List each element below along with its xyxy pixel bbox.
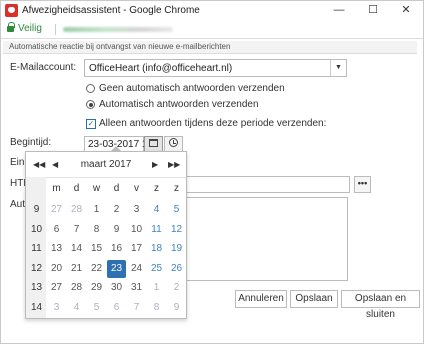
calendar-day[interactable]: 28 (67, 279, 86, 297)
calendar-month-title[interactable]: maart 2017 (26, 159, 186, 170)
close-button[interactable]: ✕ (389, 1, 423, 20)
week-number: 9 (33, 204, 40, 215)
weekday-header: d (113, 183, 120, 194)
calendar-day[interactable]: 4 (147, 201, 166, 219)
calendar-day[interactable]: 10 (127, 221, 146, 239)
time-button[interactable] (164, 136, 183, 152)
lock-icon (7, 22, 15, 32)
calendar-day[interactable]: 21 (67, 260, 86, 278)
radio-auto-reply-label: Automatisch antwoorden verzenden (99, 99, 259, 110)
calendar-day[interactable]: 18 (147, 240, 166, 258)
blurred-url[interactable] (63, 27, 173, 32)
calendar-day[interactable]: 9 (167, 299, 186, 317)
calendar-day[interactable]: 1 (147, 279, 166, 297)
secure-label: Veilig (18, 23, 42, 34)
calendar-day[interactable]: 2 (167, 279, 186, 297)
calendar-day[interactable]: 7 (127, 299, 146, 317)
calendar-day[interactable]: 2 (107, 201, 126, 219)
week-number: 14 (30, 301, 43, 313)
calendar-divider (26, 177, 186, 178)
save-button[interactable]: Opslaan (290, 290, 338, 308)
calendar-day[interactable]: 16 (107, 240, 126, 258)
title-bar: Afwezigheidsassistent - Google Chrome — … (1, 1, 423, 20)
week-number: 11 (31, 243, 42, 254)
period-checkbox[interactable]: ✓ (86, 119, 96, 129)
calendar-day[interactable]: 26 (167, 260, 186, 278)
calendar-day[interactable]: 6 (107, 299, 126, 317)
calendar-day[interactable]: 7 (67, 221, 86, 239)
calendar-day[interactable]: 8 (87, 221, 106, 239)
chevron-down-icon: ▼ (330, 60, 346, 76)
date-picker: ◀◀ ◀ maart 2017 ▶ ▶▶ m d w d v z z 9 27 28 1 2 3 4 5 10… (25, 151, 187, 319)
calendar-day[interactable]: 27 (47, 201, 66, 219)
browser-window: Afwezigheidsassistent - Google Chrome — … (0, 0, 424, 344)
calendar-day[interactable]: 15 (87, 240, 106, 258)
week-number: 10 (30, 223, 43, 235)
maximize-button[interactable]: ☐ (356, 1, 390, 20)
calendar-day[interactable]: 27 (47, 279, 66, 297)
clock-icon (169, 138, 178, 148)
calendar-day[interactable]: 20 (47, 260, 66, 278)
radio-no-auto-reply[interactable] (86, 84, 95, 93)
calendar-day[interactable]: 5 (167, 201, 186, 219)
week-number: 13 (30, 282, 43, 293)
calendar-day[interactable]: 30 (107, 279, 126, 297)
calendar-day-selected[interactable]: 23 (107, 259, 126, 278)
calendar-day[interactable]: 1 (87, 201, 106, 219)
account-select[interactable]: OfficeHeart (info@officeheart.nl) ▼ (84, 59, 347, 77)
calendar-day[interactable]: 8 (147, 299, 166, 317)
weekday-header: m (52, 183, 61, 194)
radio-no-auto-reply-label: Geen automatisch antwoorden verzenden (99, 83, 285, 94)
period-checkbox-label: Alleen antwoorden tijdens deze periode v… (99, 118, 327, 129)
calendar-day[interactable]: 25 (147, 260, 166, 278)
calendar-day[interactable]: 19 (167, 240, 186, 258)
calendar-day[interactable]: 24 (127, 260, 146, 278)
next-year-button[interactable]: ▶▶ (168, 160, 180, 169)
calendar-day[interactable]: 4 (67, 299, 86, 317)
cancel-button[interactable]: Annuleren (235, 290, 287, 308)
form-header: Automatische reactie bij ontvangst van n… (3, 41, 417, 54)
calendar-day[interactable]: 3 (127, 201, 146, 219)
calendar-day[interactable]: 31 (127, 279, 146, 297)
form-header-text: Automatische reactie bij ontvangst van n… (9, 42, 231, 51)
weekday-header: d (73, 183, 80, 194)
window-title: Afwezigheidsassistent - Google Chrome (22, 5, 200, 16)
weekday-header: z (174, 183, 179, 194)
calendar-day[interactable]: 12 (167, 221, 186, 239)
calendar-day[interactable]: 11 (147, 221, 166, 239)
calendar-day[interactable]: 29 (87, 279, 106, 297)
save-close-button[interactable]: Opslaan en sluiten (341, 290, 420, 320)
radio-auto-reply[interactable] (86, 100, 95, 109)
weekday-header: w (92, 183, 101, 194)
next-month-button[interactable]: ▶ (152, 160, 158, 169)
calendar-day[interactable]: 6 (47, 221, 66, 239)
address-bar[interactable]: Veilig (1, 20, 423, 39)
weekday-header: v (134, 183, 139, 194)
start-time-label: Begintijd: (10, 137, 52, 148)
calendar-day[interactable]: 13 (47, 240, 66, 258)
calendar-button[interactable] (144, 136, 163, 152)
week-number: 12 (30, 262, 43, 274)
calendar-day[interactable]: 5 (87, 299, 106, 317)
account-label: E-Mailaccount: (10, 62, 77, 73)
account-select-value: OfficeHeart (info@officeheart.nl) (89, 63, 233, 74)
minimize-button[interactable]: — (322, 1, 356, 20)
calendar-icon (149, 138, 158, 147)
calendar-day[interactable]: 17 (127, 240, 146, 258)
more-options-button[interactable]: ••• (354, 176, 371, 193)
address-separator (55, 24, 56, 35)
calendar-day[interactable]: 9 (107, 221, 126, 239)
calendar-day[interactable]: 22 (87, 260, 106, 278)
weekday-header: z (154, 183, 159, 194)
calendar-day[interactable]: 28 (67, 201, 86, 219)
app-heart-icon (5, 4, 18, 17)
calendar-day[interactable]: 14 (67, 240, 86, 258)
calendar-day[interactable]: 3 (47, 299, 66, 317)
